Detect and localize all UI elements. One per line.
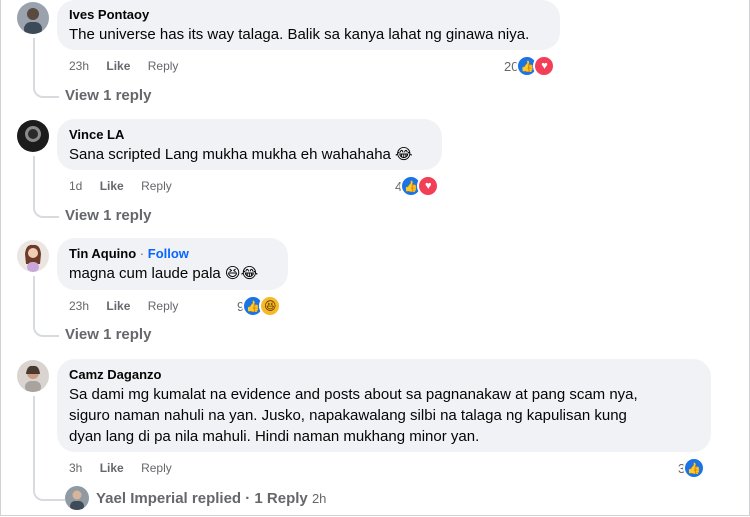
comment-text: magna cum laude pala 😆😂	[69, 265, 259, 282]
reply-button[interactable]: Reply	[148, 59, 179, 73]
reply-time: 2h	[311, 491, 327, 506]
comment-actions: 23h Like Reply	[69, 58, 192, 74]
thread-line	[33, 38, 59, 98]
avatar[interactable]	[17, 360, 49, 392]
comment-text-line: Sa dami mg kumalat na evidence and posts…	[69, 386, 638, 403]
reply-button[interactable]: Reply	[148, 299, 179, 313]
comment-text: Sana scripted Lang mukha mukha eh wahaha…	[69, 146, 413, 163]
reply-button[interactable]: Reply	[141, 461, 172, 475]
comment-bubble: Vince LA Sana scripted Lang mukha mukha …	[57, 119, 442, 170]
comment-text-line: dyan lang di pa nila mahuli. Hindi naman…	[69, 428, 480, 445]
love-icon: ♥	[533, 55, 556, 77]
like-icon: 👍	[683, 457, 706, 479]
reaction-summary[interactable]: 4 👍 ♥	[395, 175, 440, 197]
view-replies-link[interactable]: View 1 reply	[65, 207, 151, 224]
comment-time[interactable]: 23h	[69, 299, 89, 313]
comment-time[interactable]: 23h	[69, 59, 89, 73]
comment-actions: 3h Like Reply	[69, 460, 186, 476]
reaction-summary[interactable]: 9 👍 😆	[237, 295, 282, 317]
comment-actions: 1d Like Reply	[69, 178, 186, 194]
view-replies-link[interactable]: View 1 reply	[65, 326, 151, 343]
comment-bubble: Tin Aquino · Follow magna cum laude pala…	[57, 238, 288, 290]
comment-author[interactable]: Tin Aquino	[69, 246, 136, 261]
comment-author[interactable]: Vince LA	[69, 126, 430, 143]
thread-line	[33, 156, 59, 218]
reply-button[interactable]: Reply	[141, 179, 172, 193]
comment-text-line: siguro naman nahuli na yan. Jusko, napak…	[69, 407, 627, 424]
comment-author[interactable]: Ives Pontaoy	[69, 6, 548, 23]
like-button[interactable]: Like	[100, 179, 124, 193]
replier-avatar[interactable]	[65, 486, 89, 510]
haha-icon: 😆	[259, 295, 282, 317]
like-button[interactable]: Like	[100, 461, 124, 475]
like-button[interactable]: Like	[106, 59, 130, 73]
follow-button[interactable]: Follow	[148, 246, 189, 261]
replies-summary-link[interactable]: Yael Imperial replied · 1 Reply 2h	[96, 490, 326, 507]
view-replies-link[interactable]: View 1 reply	[65, 87, 151, 104]
comment-author-line: Tin Aquino · Follow	[69, 245, 276, 262]
like-button[interactable]: Like	[106, 299, 130, 313]
comment-actions: 23h Like Reply	[69, 298, 192, 314]
thread-line	[33, 396, 65, 501]
avatar[interactable]	[17, 120, 49, 152]
reaction-summary[interactable]: 3 👍	[678, 457, 706, 479]
comments-panel: Ives Pontaoy The universe has its way ta…	[0, 0, 750, 516]
avatar[interactable]	[17, 2, 49, 34]
separator-dot: ·	[139, 246, 145, 261]
comment-bubble: Ives Pontaoy The universe has its way ta…	[57, 0, 560, 50]
comment-bubble: Camz Daganzo Sa dami mg kumalat na evide…	[57, 359, 711, 452]
comment-text: The universe has its way talaga. Balik s…	[69, 26, 530, 43]
comment-time[interactable]: 1d	[69, 179, 82, 193]
replies-summary: Yael Imperial replied · 1 Reply	[96, 490, 308, 507]
thread-line	[33, 276, 59, 337]
avatar[interactable]	[17, 240, 49, 272]
comment-author[interactable]: Camz Daganzo	[69, 366, 699, 383]
reaction-summary[interactable]: 20 👍 ♥	[504, 55, 556, 77]
comment-time[interactable]: 3h	[69, 461, 82, 475]
love-icon: ♥	[417, 175, 440, 197]
